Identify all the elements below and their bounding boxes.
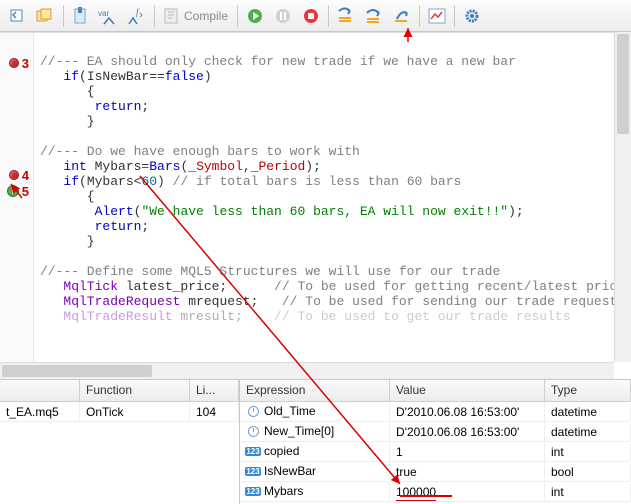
watch-value: D'2010.06.08 16:53:00' (390, 403, 545, 421)
watch-expr: Old_Time (264, 404, 316, 418)
datetime-icon (246, 425, 260, 439)
step-out-button[interactable] (389, 3, 415, 29)
number-icon: 123 (246, 465, 260, 479)
nav-files-button[interactable] (33, 3, 59, 29)
settings-button[interactable] (459, 3, 485, 29)
pause-button[interactable] (270, 3, 296, 29)
watch-row[interactable]: 123 Mybars 100000int (240, 482, 631, 502)
watch-value: D'2010.06.08 16:53:00' (390, 423, 545, 441)
step-num-5: 5 (22, 184, 29, 199)
function-insert-button[interactable]: f (124, 3, 150, 29)
toggle-bookmark-button[interactable] (68, 3, 94, 29)
watch-type: bool (545, 463, 631, 481)
watch-expr: New_Time[0] (264, 424, 334, 438)
col-function[interactable]: Function (80, 380, 190, 401)
callstack-pane: Function Li... t_EA.mq5 OnTick 104 (0, 380, 240, 504)
watch-row[interactable]: 123 copied 1int (240, 442, 631, 462)
col-value[interactable]: Value (390, 380, 545, 401)
gutter[interactable]: 3 4 5 (0, 33, 34, 362)
watch-type: int (545, 483, 631, 501)
run-button[interactable] (242, 3, 268, 29)
code-text[interactable]: //--- EA should only check for new trade… (34, 33, 631, 362)
vertical-scrollbar[interactable] (614, 32, 631, 362)
var-insert-button[interactable]: var (96, 3, 122, 29)
watch-row[interactable]: Old_Time D'2010.06.08 16:53:00'datetime (240, 402, 631, 422)
watch-row[interactable]: 123 IsNewBar truebool (240, 462, 631, 482)
code-editor[interactable]: 3 4 5 //--- EA should only check for new… (0, 32, 631, 362)
toolbar: var f Compile (0, 0, 631, 32)
watch-type: datetime (545, 403, 631, 421)
step-into-button[interactable] (333, 3, 359, 29)
watch-value: true (390, 463, 545, 481)
step-over-button[interactable] (361, 3, 387, 29)
watch-type: int (545, 443, 631, 461)
watch-expr: IsNewBar (264, 464, 316, 478)
watch-row[interactable]: New_Time[0] D'2010.06.08 16:53:00'datetim… (240, 422, 631, 442)
svg-text:f: f (136, 7, 140, 17)
number-icon: 123 (246, 445, 260, 459)
stop-button[interactable] (298, 3, 324, 29)
compile-button[interactable]: Compile (158, 3, 234, 29)
col-expression[interactable]: Expression (240, 380, 390, 401)
callstack-header: Function Li... (0, 380, 239, 402)
watch-value: 1 (390, 443, 545, 461)
compile-label: Compile (184, 9, 228, 23)
chart-button[interactable] (424, 3, 450, 29)
col-line[interactable]: Li... (190, 380, 239, 401)
watch-value: 100000 (390, 483, 545, 501)
breakpoint-icon[interactable] (9, 58, 19, 68)
watch-pane: Expression Value Type Old_Time D'2010.06.… (240, 380, 631, 504)
watch-expr: Mybars (264, 484, 303, 498)
svg-text:var: var (98, 9, 109, 18)
horizontal-scrollbar[interactable] (0, 362, 614, 379)
current-line-icon (7, 185, 20, 198)
number-icon: 123 (246, 485, 260, 499)
callstack-row[interactable]: t_EA.mq5 OnTick 104 (0, 402, 239, 422)
breakpoint-icon[interactable] (9, 170, 19, 180)
step-num-4: 4 (22, 168, 29, 183)
watch-header: Expression Value Type (240, 380, 631, 402)
col-file[interactable] (0, 380, 80, 401)
watch-expr: copied (264, 444, 299, 458)
step-num-3: 3 (22, 56, 29, 71)
col-type[interactable]: Type (545, 380, 631, 401)
watch-type: datetime (545, 423, 631, 441)
datetime-icon (246, 405, 260, 419)
nav-back-button[interactable] (5, 3, 31, 29)
compile-icon (164, 8, 180, 24)
